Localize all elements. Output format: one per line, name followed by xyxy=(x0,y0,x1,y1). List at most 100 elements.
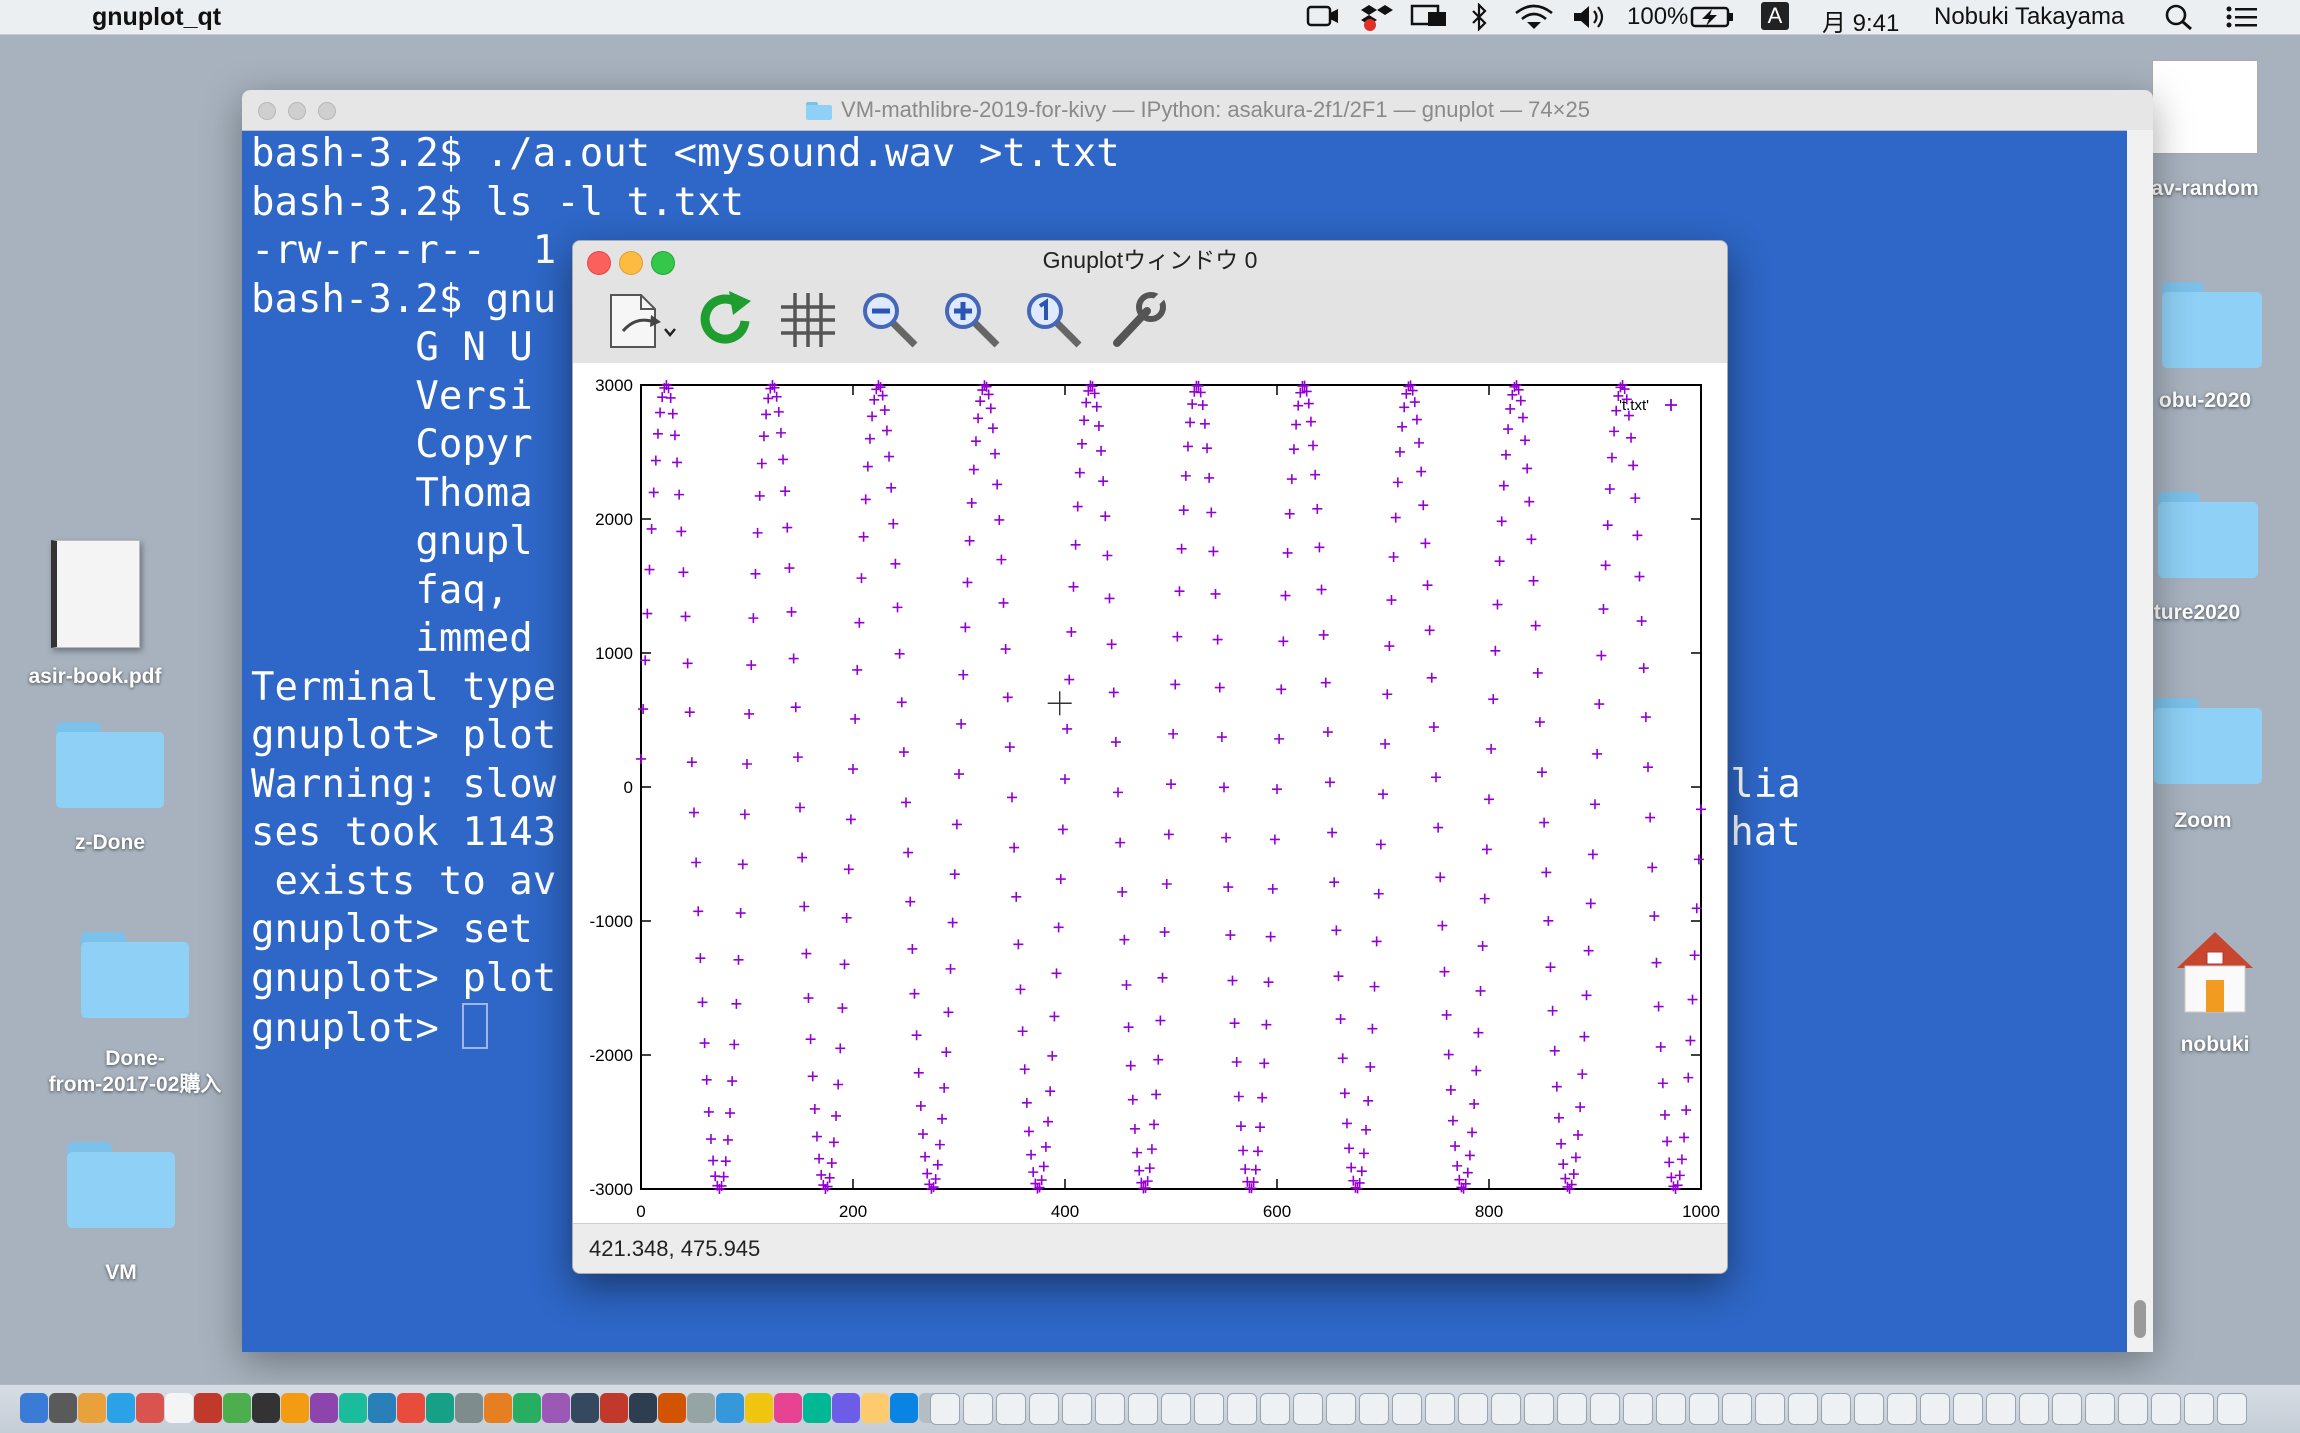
dock-app-icon[interactable] xyxy=(397,1393,425,1423)
dock-app-icon[interactable] xyxy=(78,1393,106,1423)
battery-percent[interactable]: 100% xyxy=(1627,3,1688,31)
dock-window-thumbnail[interactable] xyxy=(1590,1393,1620,1425)
camera-icon[interactable] xyxy=(1306,3,1340,36)
menu-user-name[interactable]: Nobuki Takayama xyxy=(1934,3,2124,31)
input-source-indicator[interactable]: A xyxy=(1761,2,1789,30)
grid-icon[interactable] xyxy=(775,287,841,353)
dock-app-icon[interactable] xyxy=(513,1393,541,1423)
dock-window-thumbnail[interactable] xyxy=(1656,1393,1686,1425)
plot-canvas[interactable]: 0 200 400 600 800 1000 3000 2000 1000 0 -1000 -2000… xyxy=(573,363,1727,1223)
dock-app-icon[interactable] xyxy=(49,1393,77,1423)
dock-window-thumbnail[interactable] xyxy=(1293,1393,1323,1425)
zoom-reset-icon[interactable] xyxy=(1021,287,1087,353)
dock-window-thumbnail[interactable] xyxy=(2184,1393,2214,1425)
export-icon[interactable] xyxy=(603,287,676,353)
dock-window-thumbnail[interactable] xyxy=(2052,1393,2082,1425)
dock-app-icon[interactable] xyxy=(745,1393,773,1423)
dock-window-thumbnail[interactable] xyxy=(2217,1393,2247,1425)
dock-window-thumbnail[interactable] xyxy=(930,1393,960,1425)
dock-app-icon[interactable] xyxy=(107,1393,135,1423)
desktop-folder-vm[interactable]: VM xyxy=(26,1142,216,1286)
dock-window-thumbnail[interactable] xyxy=(1788,1393,1818,1425)
dock-app-icon[interactable] xyxy=(890,1393,918,1423)
zoom-button[interactable] xyxy=(318,102,336,120)
dock-app-icon[interactable] xyxy=(20,1393,48,1423)
dock-window-thumbnail[interactable] xyxy=(1425,1393,1455,1425)
battery-icon[interactable] xyxy=(1690,3,1734,38)
dock-window-thumbnail[interactable] xyxy=(1458,1393,1488,1425)
dock-window-thumbnail[interactable] xyxy=(1326,1393,1356,1425)
dock-app-icon[interactable] xyxy=(774,1393,802,1423)
desktop-folder-done-from[interactable]: Done- from-2017-02購入 xyxy=(40,932,230,1098)
dock-window-thumbnail[interactable] xyxy=(1359,1393,1389,1425)
scatter-plot[interactable]: 0 200 400 600 800 1000 3000 2000 1000 0 -1000 -2000… xyxy=(573,363,1727,1223)
close-button[interactable] xyxy=(587,251,611,275)
dock-window-thumbnail[interactable] xyxy=(1689,1393,1719,1425)
dock-window-thumbnail[interactable] xyxy=(1986,1393,2016,1425)
dock-window-thumbnail[interactable] xyxy=(1557,1393,1587,1425)
bluetooth-icon[interactable] xyxy=(1470,2,1490,38)
dock-app-icon[interactable] xyxy=(687,1393,715,1423)
dock-window-thumbnail[interactable] xyxy=(996,1393,1026,1425)
dock-window-thumbnail[interactable] xyxy=(1722,1393,1752,1425)
dock-app-icon[interactable] xyxy=(658,1393,686,1423)
dock-app-icon[interactable] xyxy=(339,1393,367,1423)
dock-window-thumbnail[interactable] xyxy=(2019,1393,2049,1425)
dock-window-thumbnail[interactable] xyxy=(1623,1393,1653,1425)
dock-window-thumbnail[interactable] xyxy=(1128,1393,1158,1425)
dock-window-thumbnail[interactable] xyxy=(1854,1393,1884,1425)
dock-app-icon[interactable] xyxy=(861,1393,889,1423)
dock-window-thumbnail[interactable] xyxy=(2085,1393,2115,1425)
scrollbar-thumb[interactable] xyxy=(2134,1300,2146,1338)
dock-app-icon[interactable] xyxy=(165,1393,193,1423)
dock-window-thumbnail[interactable] xyxy=(1227,1393,1257,1425)
dock-app-icon[interactable] xyxy=(281,1393,309,1423)
display-icon[interactable] xyxy=(1410,3,1448,36)
dock-app-icon[interactable] xyxy=(542,1393,570,1423)
dock-window-thumbnail[interactable] xyxy=(1392,1393,1422,1425)
desktop-file-pdf[interactable]: asir-book.pdf xyxy=(0,540,190,690)
minimize-button[interactable] xyxy=(619,251,643,275)
dock-window-thumbnail[interactable] xyxy=(1194,1393,1224,1425)
dock-window-thumbnail[interactable] xyxy=(963,1393,993,1425)
dock-window-thumbnail[interactable] xyxy=(1920,1393,1950,1425)
replot-icon[interactable] xyxy=(693,287,759,353)
dock-app-icon[interactable] xyxy=(600,1393,628,1423)
dock-window-thumbnail[interactable] xyxy=(1524,1393,1554,1425)
notification-center-icon[interactable] xyxy=(2224,3,2258,38)
gnuplot-window[interactable]: Gnuplotウィンドウ 0 0 200 400 600 800 1000 3000 2000… xyxy=(572,240,1728,1274)
dock-app-icon[interactable] xyxy=(571,1393,599,1423)
minimize-button[interactable] xyxy=(288,102,306,120)
dock-app-icon[interactable] xyxy=(368,1393,396,1423)
dock-app-icon[interactable] xyxy=(252,1393,280,1423)
dock-app-icon[interactable] xyxy=(310,1393,338,1423)
dock-window-thumbnail[interactable] xyxy=(2151,1393,2181,1425)
dock-window-thumbnail[interactable] xyxy=(1887,1393,1917,1425)
dock-app-icon[interactable] xyxy=(136,1393,164,1423)
dock-window-thumbnail[interactable] xyxy=(1095,1393,1125,1425)
dock-window-thumbnail[interactable] xyxy=(1953,1393,1983,1425)
dock-app-icon[interactable] xyxy=(455,1393,483,1423)
dropbox-icon[interactable] xyxy=(1360,3,1394,38)
dock-window-thumbnail[interactable] xyxy=(2118,1393,2148,1425)
volume-icon[interactable] xyxy=(1572,3,1608,38)
dock-app-icon[interactable] xyxy=(716,1393,744,1423)
spotlight-search-icon[interactable] xyxy=(2164,3,2194,38)
dock-app-icon[interactable] xyxy=(629,1393,657,1423)
wrench-icon[interactable] xyxy=(1105,287,1171,353)
dock-app-icon[interactable] xyxy=(426,1393,454,1423)
dock-window-thumbnail[interactable] xyxy=(1260,1393,1290,1425)
dock-app-icon[interactable] xyxy=(803,1393,831,1423)
dock-app-icon[interactable] xyxy=(484,1393,512,1423)
dock-app-icon[interactable] xyxy=(223,1393,251,1423)
zoom-button[interactable] xyxy=(651,251,675,275)
dock-window-thumbnail[interactable] xyxy=(1029,1393,1059,1425)
desktop-folder-z-done[interactable]: z-Done xyxy=(15,722,205,856)
dock-app-icon[interactable] xyxy=(832,1393,860,1423)
dock-window-thumbnail[interactable] xyxy=(1491,1393,1521,1425)
dock-window-thumbnail[interactable] xyxy=(1755,1393,1785,1425)
close-button[interactable] xyxy=(258,102,276,120)
dock-window-thumbnail[interactable] xyxy=(1161,1393,1191,1425)
active-app-name[interactable]: gnuplot_qt xyxy=(92,3,221,32)
dock-window-thumbnail[interactable] xyxy=(1062,1393,1092,1425)
